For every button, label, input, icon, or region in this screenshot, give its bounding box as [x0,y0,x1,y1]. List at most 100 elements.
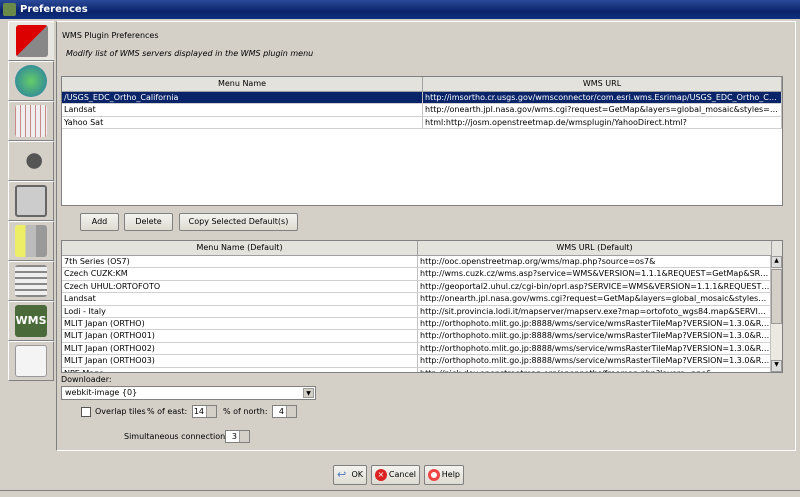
wms-url-cell[interactable]: http://onearth.jpl.nasa.gov/wms.cgi?requ… [423,104,782,116]
table-row[interactable]: Lodi - Italy http://sit.provincia.lodi.it… [62,305,772,318]
table-row[interactable]: MLIT Japan (ORTHO03) http://orthophoto.ml… [62,355,772,368]
menu-name-cell[interactable]: Czech UHUL:ORTOFOTO [62,280,418,293]
wms-url-cell[interactable]: http://imsortho.cr.usgs.gov/wmsconnector… [423,92,782,104]
east-label: % of east: [147,407,188,416]
north-percent-spinner[interactable]: 4 [272,405,297,418]
tab-wms[interactable]: WMS [8,301,54,341]
wms-url-cell[interactable]: http://onearth.jpl.nasa.gov/wms.cgi?requ… [418,293,772,305]
wms-url-cell[interactable]: http://geoportal2.uhul.cz/cgi-bin/oprl.a… [418,280,772,293]
connections-value: 3 [231,432,237,441]
table-row[interactable]: MLIT Japan (ORTHO02) http://orthophoto.ml… [62,342,772,356]
tab-connection[interactable] [8,181,54,221]
tab-shortcuts[interactable] [8,261,54,301]
wms-url-cell[interactable]: http://nick.dev.openstreetmap.org/openpa… [418,367,772,372]
scroll-up-icon[interactable]: ▲ [771,256,782,268]
tab-map[interactable] [8,61,54,101]
speaker-icon [15,145,47,177]
spinner-arrows-icon[interactable] [206,406,216,417]
column-header-menu-name-default[interactable]: Menu Name (Default) [62,241,418,256]
wms-icon: WMS [15,305,47,337]
lifebuoy-icon [428,469,440,481]
table-row[interactable]: Landsat http://onearth.jpl.nasa.gov/wms.c… [62,104,782,117]
table-row[interactable]: NPE Mapshttp://nick.dev.openstreetmap.or… [62,367,772,372]
wms-url-cell[interactable]: http://orthophoto.mlit.go.jp:8888/wms/se… [418,342,772,355]
north-value: 4 [278,407,284,416]
table-row[interactable]: /USGS_EDC_Ortho_California http://imsorth… [62,92,782,105]
menu-name-cell[interactable]: /USGS_EDC_Ortho_California [62,92,423,104]
table-row[interactable]: MLIT Japan (ORTHO) http://orthophoto.mlit… [62,317,772,331]
tab-display[interactable] [8,21,54,61]
menu-name-cell[interactable]: Czech CUZK:KM [62,268,418,280]
connections-label: Simultaneous connections [124,432,230,441]
wms-url-cell[interactable]: http://wms.cuzk.cz/wms.asp?service=WMS&V… [418,268,772,280]
tab-projection[interactable] [8,101,54,141]
column-header-wms-url[interactable]: WMS URL [423,77,782,92]
connections-spinner[interactable]: 3 [225,430,250,443]
downloader-label: Downloader: [61,375,112,384]
table-row[interactable]: Czech UHUL:ORTOFOTO http://geoportal2.uhu… [62,280,772,294]
tab-audio[interactable] [8,141,54,181]
spinner-arrows-icon[interactable] [286,406,296,417]
east-percent-spinner[interactable]: 14 [192,405,217,418]
column-header-menu-name[interactable]: Menu Name [62,77,423,92]
menu-name-cell[interactable]: Yahoo Sat [62,116,423,129]
default-wms-table[interactable]: Menu Name (Default) WMS URL (Default) 7th… [61,240,783,373]
wms-url-cell[interactable]: http://sit.provincia.lodi.it/mapserver/m… [418,305,772,317]
cancel-button[interactable]: × Cancel [371,465,420,485]
menu-name-cell[interactable]: Lodi - Italy [62,305,418,317]
menu-name-cell[interactable]: NPE Maps [62,367,418,372]
tab-plugins[interactable] [8,221,54,261]
menu-name-cell[interactable]: Landsat [62,104,423,116]
table-row[interactable]: Czech CUZK:KM http://wms.cuzk.cz/wms.asp?… [62,268,772,281]
bottom-divider [0,490,800,491]
chevron-down-icon[interactable]: ▼ [303,388,314,398]
panel-description: Modify list of WMS servers displayed in … [66,49,314,58]
document-wrench-icon [15,345,47,377]
plugin-icon [15,225,47,257]
table-row[interactable]: MLIT Japan (ORTHO01) http://orthophoto.ml… [62,330,772,343]
vertical-scrollbar[interactable]: ▲ ▼ [770,256,782,372]
cancel-x-icon: × [375,469,387,481]
wms-url-cell[interactable]: http://orthophoto.mlit.go.jp:8888/wms/se… [418,317,772,330]
wms-url-cell[interactable]: html:http://josm.openstreetmap.de/wmsplu… [423,116,782,129]
overlap-tiles-checkbox[interactable] [81,407,91,417]
menu-name-cell[interactable]: MLIT Japan (ORTHO03) [62,355,418,367]
wms-url-cell[interactable]: http://orthophoto.mlit.go.jp:8888/wms/se… [418,330,772,342]
add-button[interactable]: Add [80,213,119,231]
scrollbar-thumb[interactable] [771,269,782,324]
menu-name-cell[interactable]: Landsat [62,293,418,305]
column-header-wms-url-default[interactable]: WMS URL (Default) [418,241,772,256]
ok-label: OK [351,470,363,479]
spinner-arrows-icon[interactable] [239,431,249,442]
copy-selected-defaults-button[interactable]: Copy Selected Default(s) [179,213,298,231]
cancel-label: Cancel [388,470,416,479]
app-icon [3,3,16,16]
table-row[interactable]: 7th Series (OS7) http://ooc.openstreetmap… [62,256,772,269]
ok-button[interactable]: ↩ OK [333,465,367,485]
plug-icon [15,185,47,217]
overlap-tiles-label: Overlap tiles [95,407,146,416]
grid-icon [15,105,47,137]
globe-icon [15,65,47,97]
downloader-select[interactable]: webkit-image {0} ▼ [61,386,316,400]
window-title: Preferences [20,4,88,15]
help-button[interactable]: Help [424,465,464,485]
menu-name-cell[interactable]: MLIT Japan (ORTHO) [62,317,418,330]
menu-name-cell[interactable]: 7th Series (OS7) [62,256,418,268]
keyboard-icon [15,265,47,297]
wms-url-cell[interactable]: http://ooc.openstreetmap.org/wms/map.php… [418,256,772,268]
preferences-sidebar: WMS [6,21,56,381]
menu-name-cell[interactable]: MLIT Japan (ORTHO01) [62,330,418,342]
east-value: 14 [193,407,204,416]
downloader-value: webkit-image {0} [65,388,138,397]
table-row[interactable]: Yahoo Sat html:http://josm.openstreetmap.… [62,116,782,130]
tab-advanced[interactable] [8,341,54,381]
user-wms-table[interactable]: Menu Name WMS URL /USGS_EDC_Ortho_Califor… [61,76,783,206]
delete-button[interactable]: Delete [124,213,173,231]
menu-name-cell[interactable]: MLIT Japan (ORTHO02) [62,342,418,355]
table-row[interactable]: Landsat http://onearth.jpl.nasa.gov/wms.c… [62,293,772,306]
wms-url-cell[interactable]: http://orthophoto.mlit.go.jp:8888/wms/se… [418,355,772,367]
help-label: Help [441,470,460,479]
scroll-down-icon[interactable]: ▼ [771,360,782,372]
paint-icon [15,25,48,57]
